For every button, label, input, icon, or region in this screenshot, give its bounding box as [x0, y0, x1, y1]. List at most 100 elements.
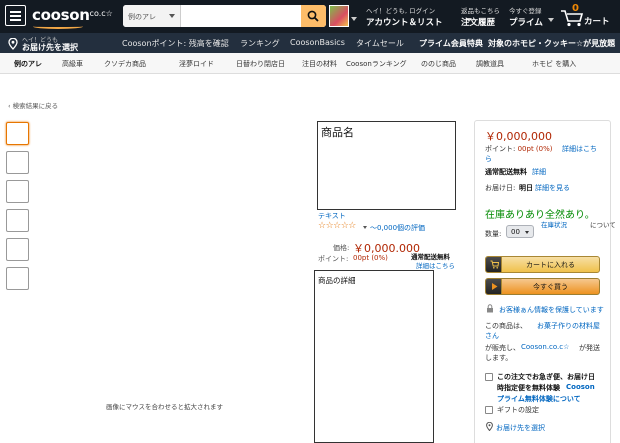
promo-thumbnail[interactable] — [329, 5, 349, 27]
back-to-results-link[interactable]: ‹ 検索結果に戻る — [8, 100, 58, 110]
zoom-hint: 画像にマウスを合わせると拡大されます — [106, 403, 223, 411]
shipping-details-link[interactable]: 詳細はこちら — [416, 260, 455, 270]
image-thumbnail[interactable] — [6, 209, 29, 232]
point-value: 00pt (0%) — [353, 254, 388, 262]
buy-now-button[interactable]: 今すぐ買う — [485, 278, 600, 295]
search-category-select[interactable]: 例のアレ — [123, 5, 181, 27]
subnav-timesale-link[interactable]: タイムセール — [356, 38, 404, 49]
menu-hamburger-icon[interactable] — [5, 5, 26, 26]
top-header: cooson .co.c☆ 例のアレ ヘイ！どうも, ログイン アカウント＆リス… — [0, 0, 620, 33]
category-item[interactable]: クソデカ商品 — [104, 59, 146, 69]
subnav-points-link[interactable]: Coosonポイント: 残高を確認 — [122, 38, 229, 49]
category-item[interactable]: 注目の材料 — [302, 59, 337, 69]
prime-label: プライム — [509, 18, 543, 28]
stock-status-link[interactable]: 在庫状況 — [541, 219, 567, 229]
cart-button-icon-box — [486, 257, 502, 272]
chevron-down-icon — [363, 226, 367, 229]
point-details-link-cont[interactable]: ら — [485, 154, 492, 164]
prime-trial-link-cont[interactable]: プライム無料体験について — [497, 394, 581, 404]
seller-link-cont[interactable]: さん — [485, 331, 499, 341]
site-logo-suffix[interactable]: .co.c☆ — [87, 9, 113, 18]
quantity-label: 数量: — [485, 230, 502, 238]
cart-icon — [490, 260, 499, 269]
prime-trial-text: この注文でお急ぎ便、お届け日 — [497, 373, 595, 381]
site-logo[interactable]: cooson — [32, 6, 90, 24]
stock-status: 在庫ありあり全然あり。 — [485, 210, 595, 221]
subnav-prime-benefits-link[interactable]: プライム会員特典 — [419, 38, 483, 49]
quantity-select[interactable]: 00 — [506, 225, 534, 238]
prime-trial-link[interactable]: Cooson — [566, 383, 595, 391]
category-item[interactable]: ホモビ を購入 — [532, 59, 576, 69]
subnav-basics-link[interactable]: CoosonBasics — [290, 38, 345, 47]
search-button[interactable] — [301, 5, 326, 27]
prime-link[interactable]: 今すぐ登録 プライム — [509, 5, 543, 28]
cart-label: カート — [584, 17, 610, 27]
category-item[interactable]: 高級車 — [62, 59, 83, 69]
lock-icon — [487, 304, 493, 313]
search-input[interactable] — [181, 5, 301, 27]
delivery-date: 明日 — [519, 184, 533, 192]
delivery-details-link[interactable]: 詳細を見る — [535, 183, 570, 193]
secure-transaction-link[interactable]: お客様ぁん情報を保護しています — [499, 305, 604, 315]
product-details-title: 商品の詳細 — [318, 276, 356, 285]
chevron-down-icon — [351, 17, 357, 21]
account-lists-label: アカウント＆リスト — [366, 18, 443, 28]
brand-link[interactable]: テキスト — [318, 211, 346, 221]
chevron-down-icon — [169, 14, 175, 18]
gift-option-label: ギフトの設定 — [497, 406, 539, 414]
stock-status-suffix: について — [590, 221, 616, 229]
sold-by-text: が販売し、 — [485, 344, 520, 352]
prime-signup-label: 今すぐ登録 — [509, 7, 542, 15]
buybox-shipping-details-link[interactable]: 詳細 — [532, 167, 546, 177]
buybox-point-value: 00pt (0%) — [517, 145, 553, 153]
image-thumbnail[interactable] — [6, 122, 29, 145]
buybox-point-label: ポイント: — [485, 145, 516, 153]
search-icon — [307, 10, 319, 22]
location-pin-icon — [8, 38, 18, 50]
account-greeting: ヘイ！どうも, ログイン — [366, 7, 436, 15]
product-title: 商品名 — [321, 126, 354, 139]
category-item[interactable]: 淫夢ロイド — [179, 59, 214, 69]
quantity-value: 00 — [511, 228, 520, 236]
delivery-date-label: お届け日: — [485, 184, 516, 192]
review-count-link[interactable]: 〜0,000個の評価 — [370, 223, 425, 233]
gift-option-checkbox[interactable] — [485, 406, 493, 414]
subnav-ranking-link[interactable]: ランキング — [240, 38, 280, 49]
seller-link[interactable]: お菓子作りの材料屋 — [537, 321, 600, 331]
category-item[interactable]: 例のアレ — [14, 59, 42, 69]
category-item[interactable]: Coosonランキング — [346, 59, 407, 69]
prime-trial-text-cont: 時指定便を無料体験 — [497, 384, 560, 392]
sub-navigation: ヘイ！どうも お届け先を選択 Coosonポイント: 残高を確認 ランキング C… — [0, 33, 620, 53]
buy-box: ￥0,000,000 ポイント: 00pt (0%) 詳細はこち ら 通常配送無… — [474, 120, 616, 443]
point-details-link[interactable]: 詳細はこち — [562, 144, 597, 154]
cart-link[interactable]: 0 カート — [560, 3, 618, 30]
image-thumbnail[interactable] — [6, 151, 29, 174]
category-item[interactable]: 調教道具 — [476, 59, 504, 69]
add-to-cart-button[interactable]: カートに入れる — [485, 256, 600, 273]
rating-stars-icon[interactable]: ☆☆☆☆☆ — [318, 221, 356, 231]
play-icon — [492, 283, 498, 290]
category-item[interactable]: ののじ商品 — [421, 59, 456, 69]
deliver-address-label: お届け先を選択 — [22, 43, 78, 52]
category-item[interactable]: 日替わり閉店日 — [236, 59, 285, 69]
subnav-prime-video-link[interactable]: 対象のホモピ・クッキー☆が見放題 — [488, 38, 615, 49]
seller-text: この商品は、 — [485, 322, 527, 330]
product-title-box: 商品名 — [317, 121, 456, 210]
point-label: ポイント: — [318, 255, 349, 263]
buybox-point: ポイント: 00pt (0%) — [485, 144, 552, 154]
buybox-price: ￥0,000,000 — [485, 130, 552, 143]
select-address-link[interactable]: お届け先を選択 — [496, 423, 545, 433]
image-thumbnail[interactable] — [6, 180, 29, 203]
buy-now-icon-box — [486, 279, 502, 294]
image-thumbnail[interactable] — [6, 267, 29, 290]
add-to-cart-label: カートに入れる — [526, 261, 575, 269]
account-lists-link[interactable]: ヘイ！どうも, ログイン アカウント＆リスト — [366, 5, 443, 28]
cart-count: 0 — [572, 3, 579, 14]
shipper-link[interactable]: Cooson.co.c☆ — [521, 343, 569, 351]
buy-now-label: 今すぐ買う — [533, 283, 568, 291]
sold-by-end: します。 — [485, 354, 513, 362]
chevron-down-icon — [525, 231, 529, 234]
orders-link[interactable]: 返品もこちら 注文履歴 — [461, 5, 500, 28]
prime-trial-checkbox[interactable] — [485, 373, 493, 381]
image-thumbnail[interactable] — [6, 238, 29, 261]
